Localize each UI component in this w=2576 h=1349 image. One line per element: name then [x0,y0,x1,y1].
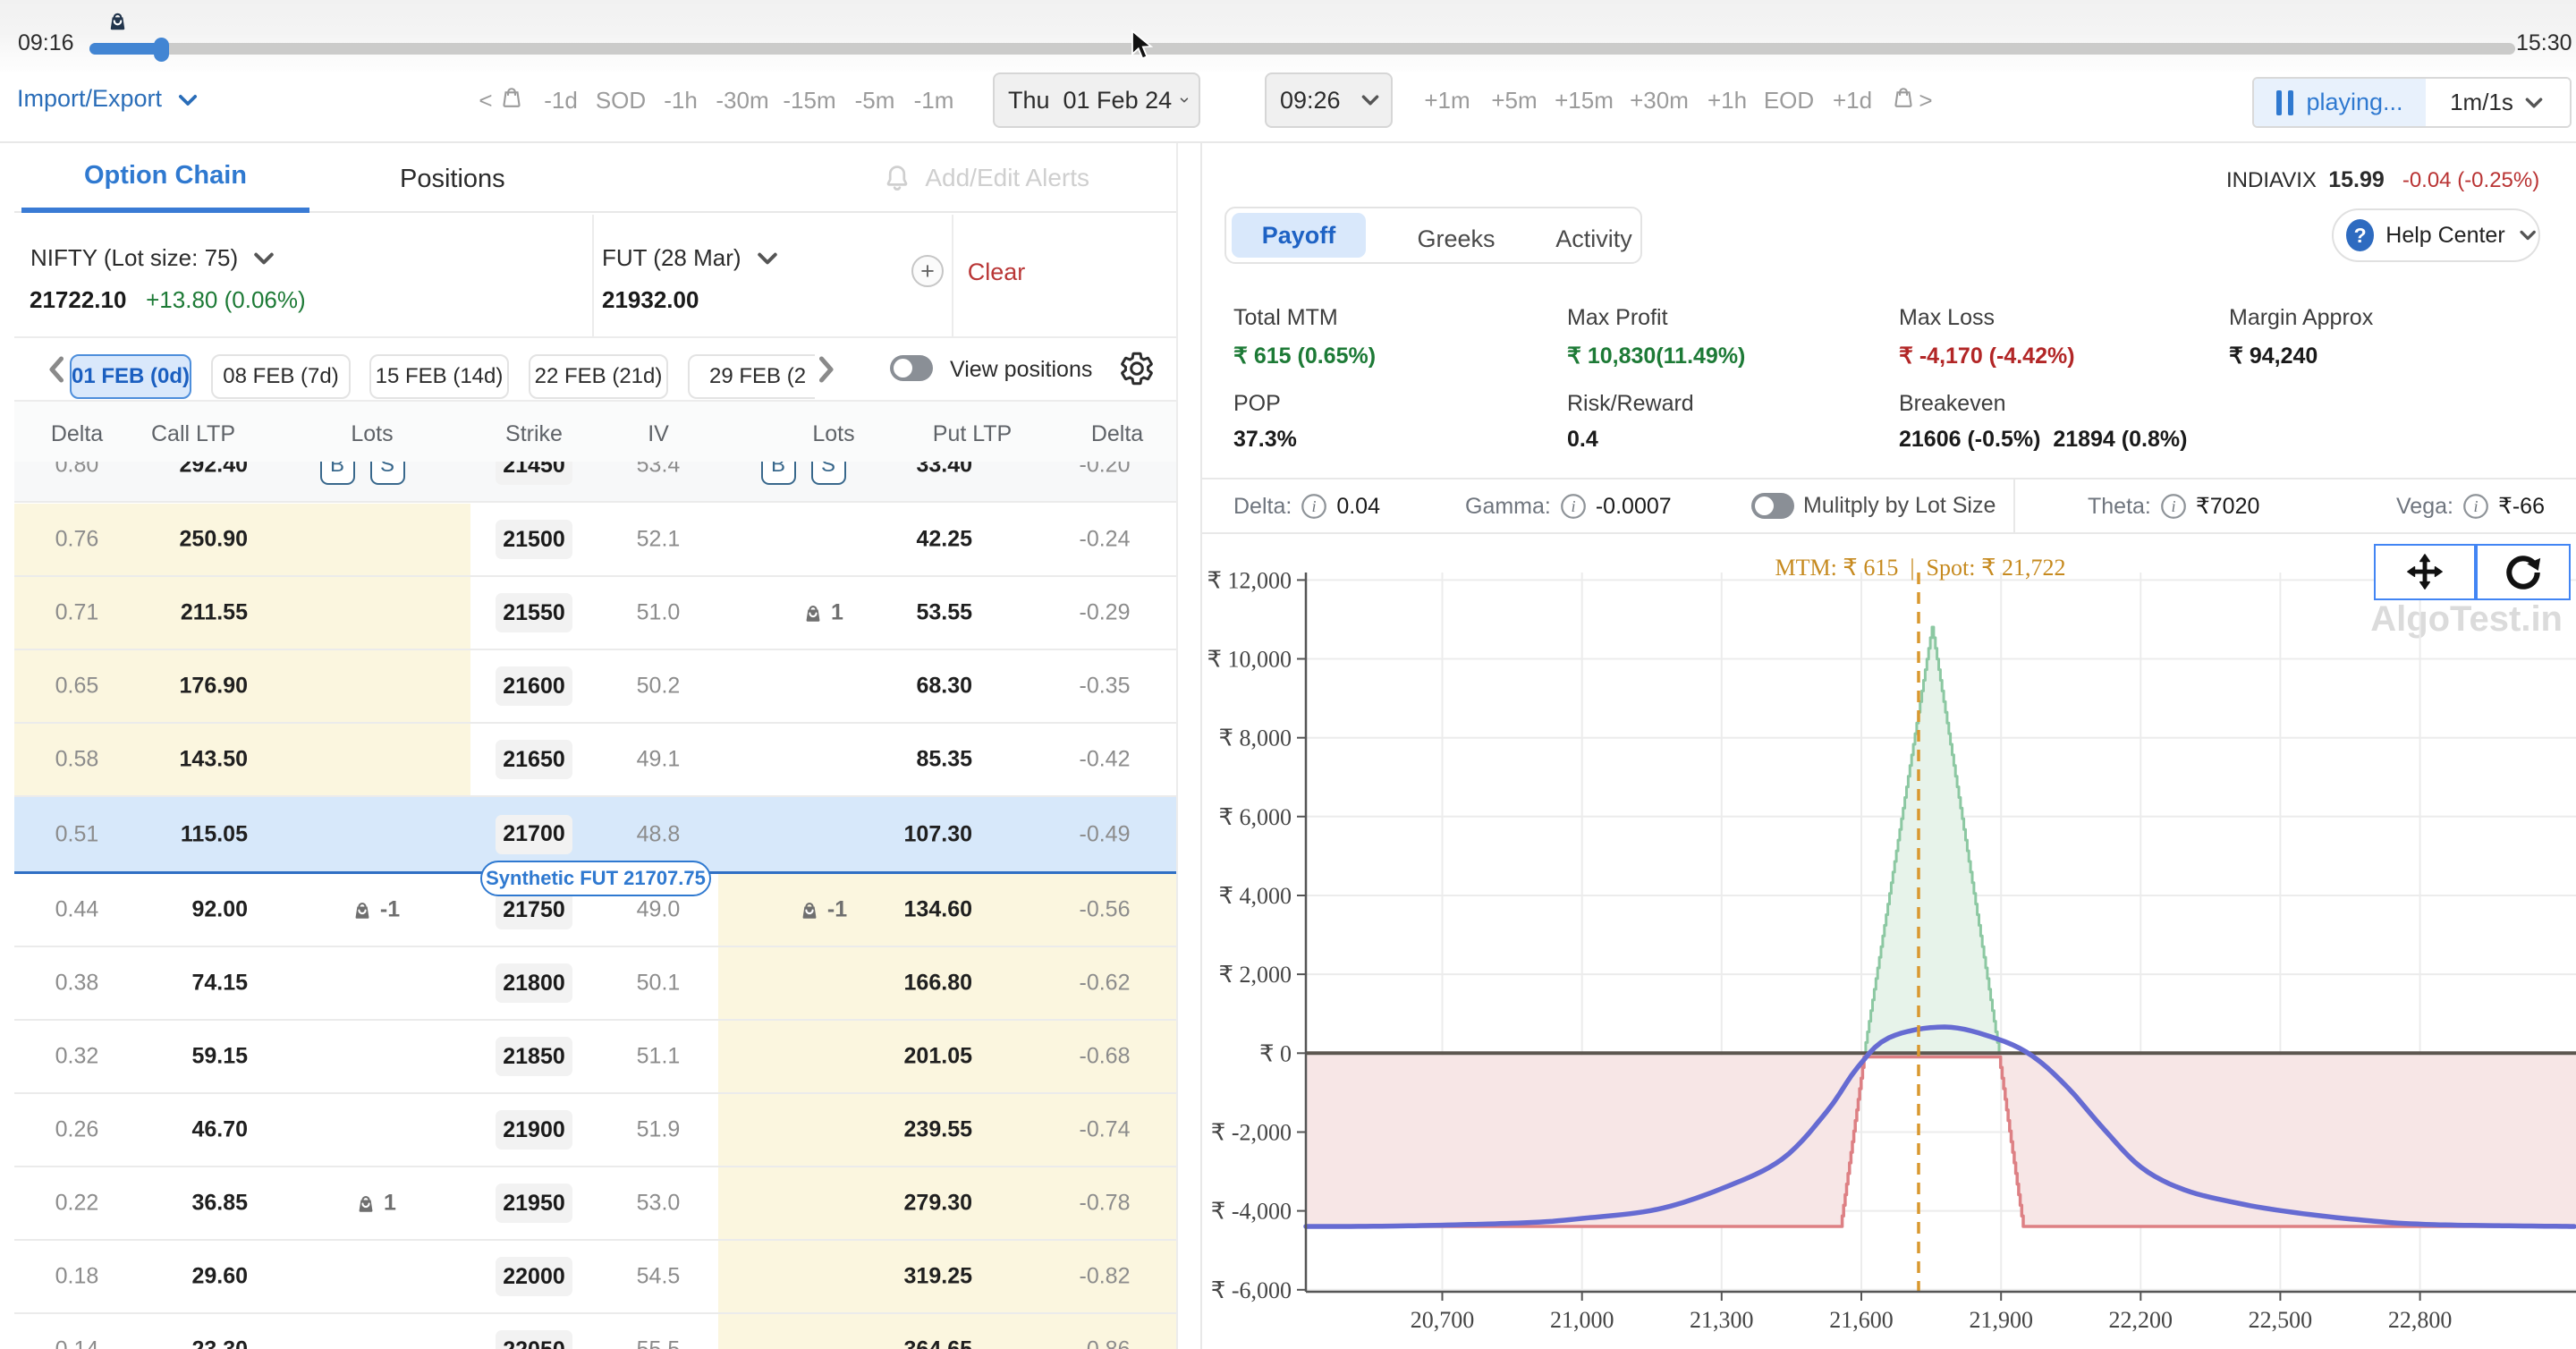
svg-text:20,700: 20,700 [1411,1307,1475,1333]
svg-text:₹ -4,000: ₹ -4,000 [1211,1199,1292,1225]
svg-text:₹ 6,000: ₹ 6,000 [1218,804,1292,830]
svg-text:₹ 2,000: ₹ 2,000 [1218,962,1292,988]
svg-text:i: i [2473,497,2478,515]
svg-text:₹ -6,000: ₹ -6,000 [1211,1277,1292,1303]
svg-text:AlgoTest.in: AlgoTest.in [2370,599,2563,639]
svg-text:i: i [1571,497,1575,515]
svg-text:₹ 4,000: ₹ 4,000 [1218,883,1292,909]
svg-text:21,300: 21,300 [1690,1307,1754,1333]
svg-text:22,200: 22,200 [2109,1307,2174,1333]
svg-text:i: i [1312,497,1317,515]
svg-text:22,800: 22,800 [2388,1307,2453,1333]
svg-text:₹ 8,000: ₹ 8,000 [1218,725,1292,751]
svg-text:₹ -2,000: ₹ -2,000 [1211,1120,1292,1146]
svg-text:22,500: 22,500 [2249,1307,2313,1333]
svg-text:₹ 0: ₹ 0 [1259,1040,1292,1066]
svg-text:₹ 10,000: ₹ 10,000 [1207,647,1292,673]
svg-text:₹ 12,000: ₹ 12,000 [1207,567,1292,593]
svg-text:21,900: 21,900 [1969,1307,2033,1333]
svg-text:MTM: ₹ 615 | Spot: ₹ 21,722: MTM: ₹ 615 | Spot: ₹ 21,722 [1775,555,2065,581]
svg-text:21,600: 21,600 [1829,1307,1894,1333]
svg-text:21,000: 21,000 [1550,1307,1614,1333]
svg-text:i: i [2171,497,2175,515]
